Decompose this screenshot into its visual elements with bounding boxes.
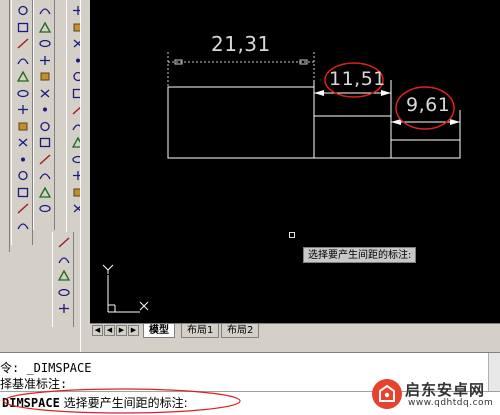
circle-tool-button[interactable]: [14, 3, 31, 18]
ellipse-tool-button[interactable]: [14, 86, 31, 101]
line-tool-button[interactable]: [36, 152, 53, 167]
tab-prev-button[interactable]: ◀: [104, 325, 115, 336]
arc-tool-button[interactable]: [14, 53, 31, 68]
arc-tool-icon: [16, 222, 29, 229]
point-tool-icon: [20, 157, 25, 161]
move-tool-button[interactable]: [55, 301, 72, 316]
hatch-tool-icon: [40, 72, 49, 81]
ellipse-tool-icon: [38, 204, 51, 213]
line-tool-icon: [57, 237, 70, 248]
tab-layout2[interactable]: 布局2: [221, 324, 260, 338]
rectangle-tool-icon: [39, 137, 50, 148]
circle-tool-button[interactable]: [14, 168, 31, 183]
ucs-y-mark-b: [107, 264, 114, 271]
polygon-tool-button[interactable]: [36, 20, 53, 35]
ucs-y-mark-a: [102, 264, 109, 271]
rectangle-tool-button[interactable]: [36, 135, 53, 150]
ellipse-tool-button[interactable]: [36, 201, 53, 216]
toolbar-draw-edge: [0, 0, 10, 252]
rectangle-tool-button[interactable]: [14, 185, 31, 200]
rect-right: [390, 139, 461, 159]
watermark: 启东安卓网 www.qdhtdq.com: [372, 376, 498, 414]
circle-tool-icon: [17, 5, 28, 16]
hatch-tool-button[interactable]: [36, 69, 53, 84]
polygon-tool-icon: [57, 269, 70, 281]
tab-last-button[interactable]: ▶: [128, 325, 139, 336]
polygon-tool-button[interactable]: [36, 185, 53, 200]
arc-tool-icon: [16, 57, 29, 64]
rectangle-tool-button[interactable]: [14, 20, 31, 35]
hatch-tool-icon: [18, 122, 27, 130]
rectangle-tool-icon: [17, 187, 28, 197]
point-tool-icon: [42, 107, 47, 112]
toolbar-modify: [33, 0, 55, 230]
move-tool-icon: [39, 55, 50, 65]
polygon-tool-button[interactable]: [14, 69, 31, 84]
dimension-text-overall[interactable]: 21,31: [211, 32, 271, 56]
rectangle-tool-icon: [17, 22, 28, 32]
polygon-tool-icon: [38, 186, 51, 198]
arc-tool-icon: [38, 8, 51, 15]
line-tool-icon: [16, 38, 29, 49]
circle-tool-icon: [39, 121, 50, 131]
cursor-pickbox: [289, 232, 295, 238]
hatch-tool-button[interactable]: [14, 119, 31, 134]
arc-tool-button[interactable]: [36, 168, 53, 183]
trim-tool-button[interactable]: [14, 135, 31, 150]
drawing-canvas[interactable]: Y 21,31 11,51 9,61 选择要产生间距的标注:: [90, 0, 500, 323]
dim-middle-arrow-right: [381, 90, 391, 96]
polygon-tool-icon: [16, 70, 29, 82]
dim-right-arrow-left: [391, 119, 401, 125]
tab-next-button[interactable]: ▶: [116, 325, 127, 336]
drawing-geometry: Y: [102, 52, 461, 313]
ellipse-tool-icon: [38, 39, 51, 48]
watermark-url: www.qdhtdq.com: [408, 398, 494, 408]
ellipse-tool-button[interactable]: [55, 285, 72, 300]
dim-middle-arrow-left: [314, 90, 324, 96]
polygon-tool-icon: [38, 21, 51, 33]
move-tool-icon: [17, 105, 28, 114]
dimension-text-right[interactable]: 9,61: [406, 94, 450, 116]
annotation-circle-command: [3, 388, 241, 414]
layout-tab-bar: ◀ ◀ ▶ ▶ 模型 布局1 布局2: [90, 323, 500, 338]
tab-model[interactable]: 模型: [143, 324, 175, 338]
move-tool-button[interactable]: [36, 53, 53, 68]
toolbar-extra: [52, 232, 74, 327]
toolbar-draw: [11, 0, 33, 245]
move-tool-button[interactable]: [14, 102, 31, 117]
tool-palette-area: [0, 0, 90, 352]
line-tool-icon: [38, 153, 51, 165]
line-tool-button[interactable]: [14, 36, 31, 51]
ellipse-tool-icon: [16, 89, 29, 97]
rect-middle: [313, 115, 392, 159]
watermark-logo-icon: [372, 379, 402, 409]
tab-layout1[interactable]: 布局1: [181, 324, 220, 338]
trim-tool-button[interactable]: [36, 86, 53, 101]
toolbar-dock-strip[interactable]: [80, 0, 90, 352]
trim-tool-icon: [40, 89, 49, 97]
line-tool-button[interactable]: [55, 235, 72, 250]
point-tool-button[interactable]: [14, 152, 31, 167]
circle-tool-button[interactable]: [36, 119, 53, 134]
rect-left: [167, 86, 315, 159]
watermark-title: 启东安卓网: [405, 381, 486, 399]
ellipse-tool-icon: [57, 288, 70, 296]
arc-tool-button[interactable]: [36, 3, 53, 18]
prompt-tooltip: 选择要产生间距的标注:: [303, 247, 417, 263]
circle-tool-icon: [17, 170, 28, 181]
arc-tool-icon: [38, 173, 51, 180]
dimension-text-middle[interactable]: 11,51: [329, 68, 386, 90]
polygon-tool-button[interactable]: [55, 268, 72, 283]
trim-tool-icon: [18, 138, 27, 147]
line-tool-icon: [16, 203, 29, 214]
move-tool-icon: [58, 304, 69, 313]
ellipse-tool-button[interactable]: [36, 36, 53, 51]
arc-tool-button[interactable]: [55, 252, 72, 267]
arc-tool-button[interactable]: [14, 218, 31, 233]
line-tool-button[interactable]: [14, 201, 31, 216]
dim-right-arrow-right: [450, 119, 460, 125]
arc-tool-icon: [57, 256, 70, 263]
point-tool-button[interactable]: [36, 102, 53, 117]
tab-first-button[interactable]: ◀: [92, 325, 103, 336]
